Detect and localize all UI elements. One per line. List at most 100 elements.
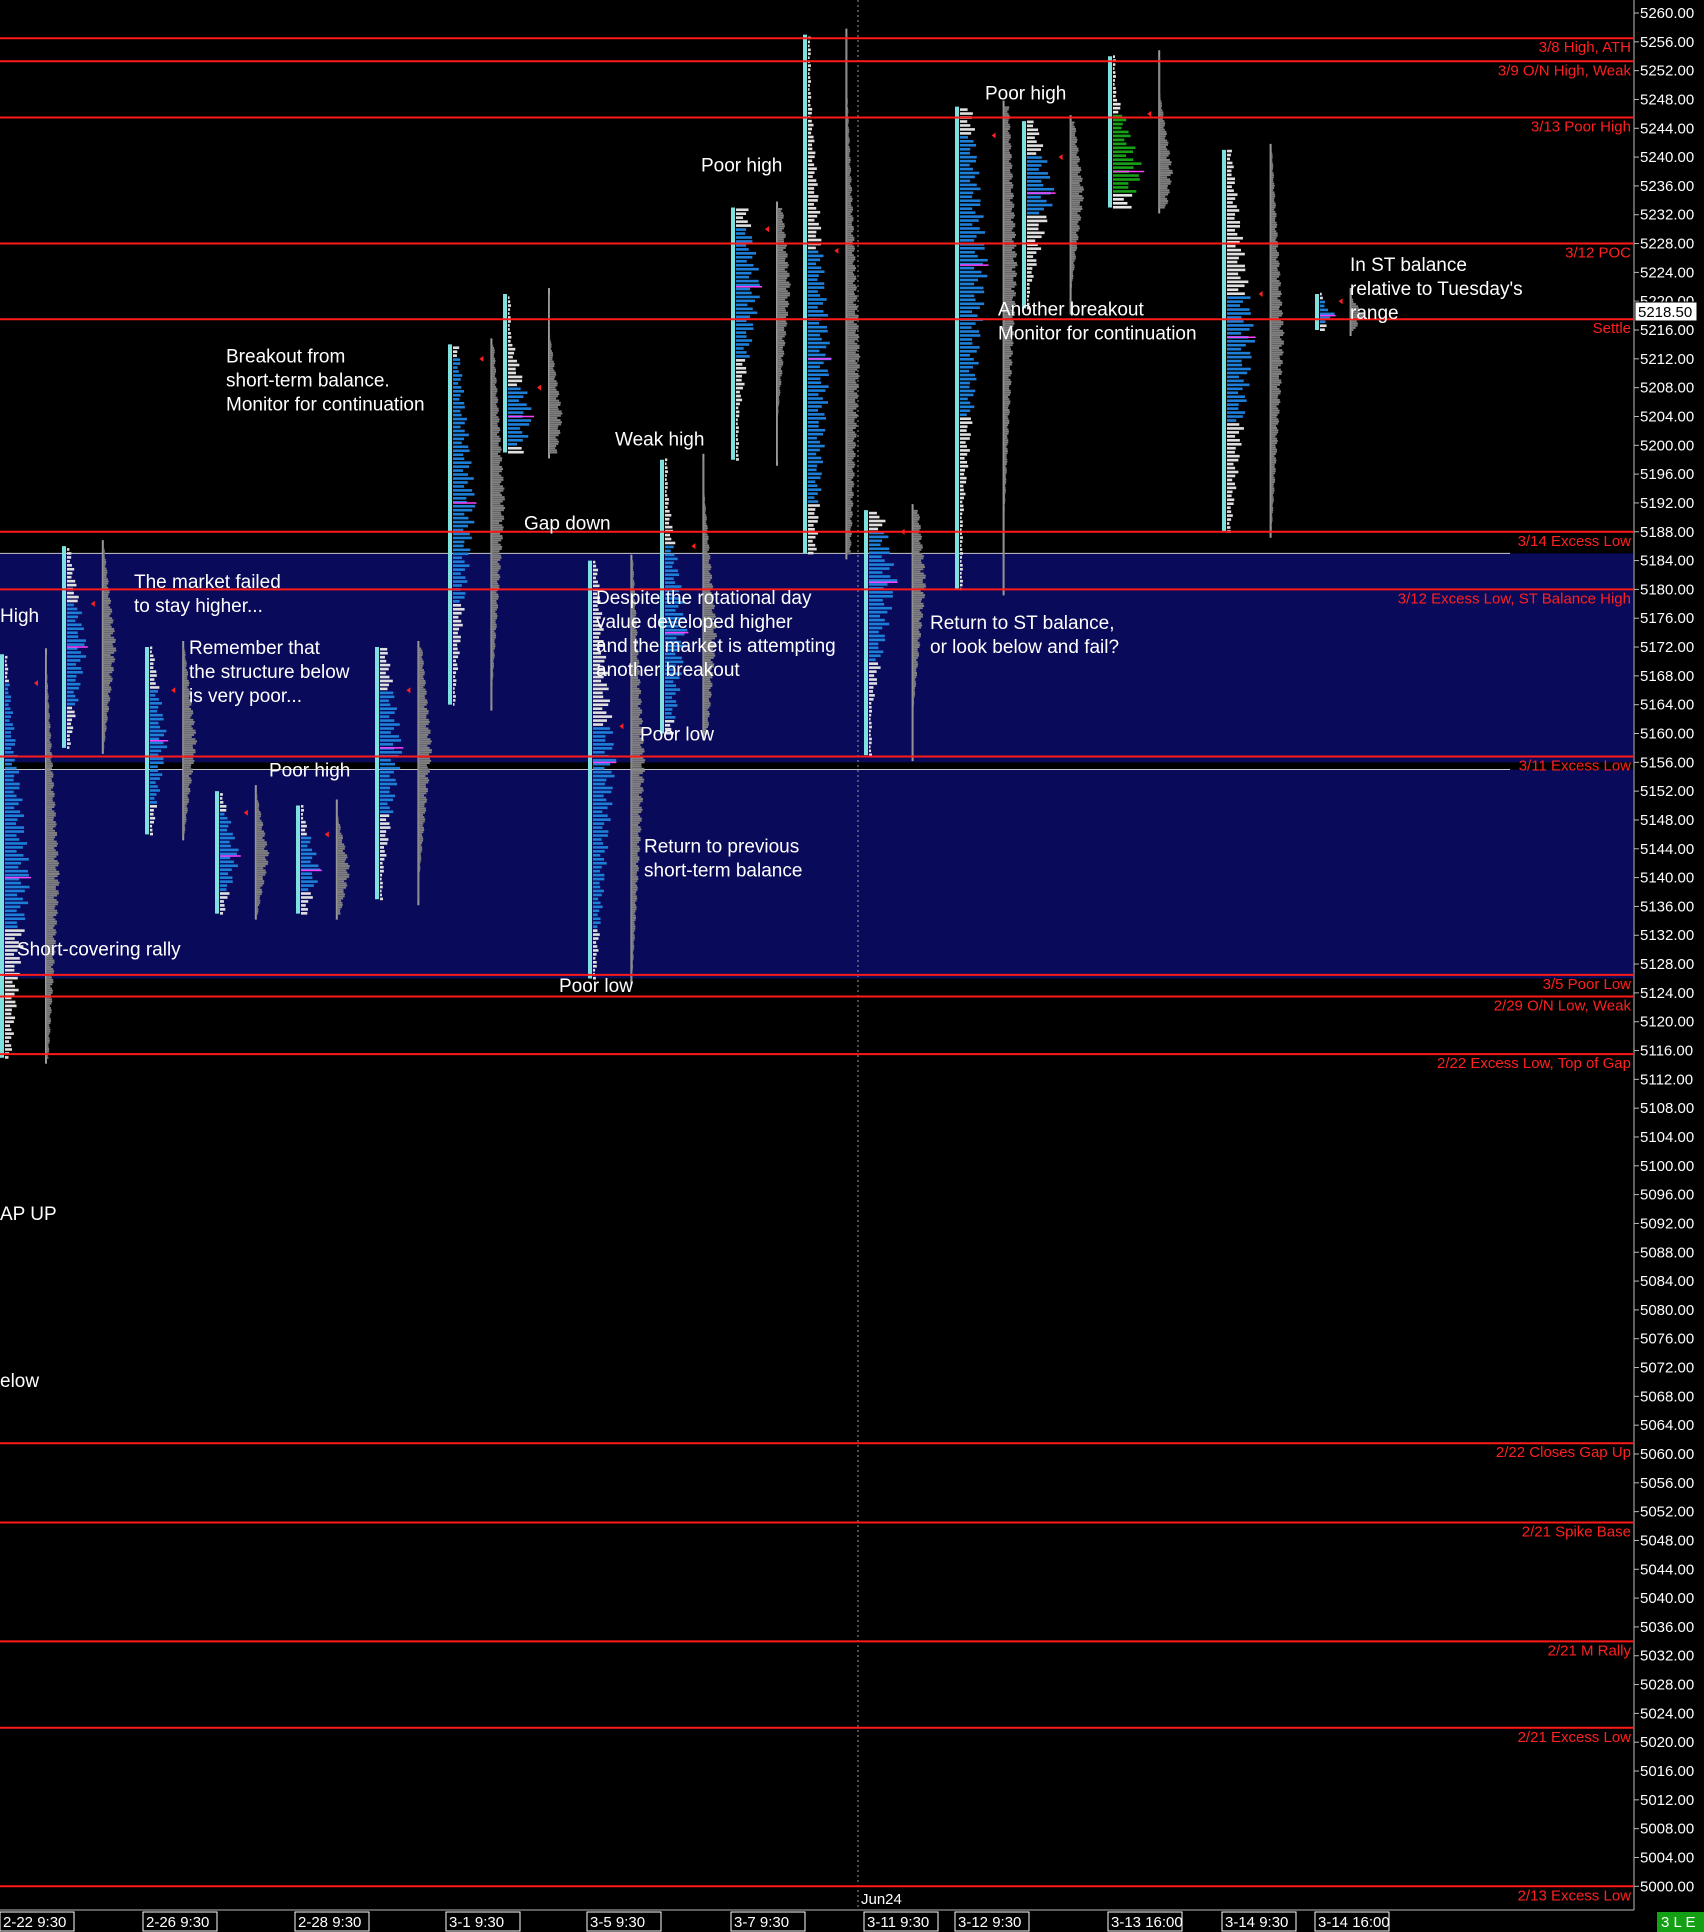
volume-bar — [912, 689, 915, 692]
volume-bar — [1270, 338, 1282, 341]
price-tick-label: 5232.00 — [1640, 207, 1694, 224]
volume-bar — [1003, 584, 1005, 587]
volume-bar — [183, 783, 190, 786]
volume-bar — [491, 446, 501, 449]
volume-bar — [912, 665, 918, 668]
volume-bar — [1159, 107, 1162, 110]
volume-bar — [846, 368, 858, 371]
volume-bar — [912, 542, 921, 545]
volume-bar — [777, 231, 785, 234]
volume-bar — [549, 442, 559, 445]
volume-bar — [631, 951, 633, 954]
tpo-bar — [1227, 272, 1239, 276]
tpo-bar — [1227, 407, 1239, 410]
volume-bar — [846, 405, 859, 408]
volume-bar — [912, 667, 917, 670]
tpo-bar — [380, 695, 395, 699]
tpo-bar — [736, 232, 746, 235]
tpo-bar — [960, 219, 979, 222]
tpo-bar — [5, 671, 8, 675]
tpo-bar — [1227, 415, 1243, 418]
tpo-bar — [960, 163, 970, 167]
volume-bar — [46, 987, 53, 990]
tpo-bar — [960, 350, 977, 353]
volume-bar — [912, 592, 924, 595]
volume-bar — [549, 295, 550, 298]
tpo-bar — [508, 435, 529, 438]
volume-bar — [1270, 459, 1277, 462]
contract-label: Jun24 — [861, 1891, 902, 1908]
volume-bar — [846, 524, 853, 527]
volume-bar — [1003, 147, 1011, 150]
volume-bar — [912, 544, 923, 547]
tpo-bar — [453, 568, 465, 571]
volume-bar — [1070, 268, 1075, 271]
volume-bar — [1003, 467, 1007, 470]
volume-bar — [631, 579, 635, 582]
tpo-bar — [220, 805, 227, 808]
volume-bar — [46, 667, 47, 670]
volume-bar — [255, 880, 265, 883]
tpo-bar — [665, 506, 668, 509]
tpo-bar — [1227, 324, 1254, 327]
volume-bar — [631, 720, 643, 723]
tpo-bar — [960, 457, 965, 460]
tpo-bar — [453, 362, 461, 365]
tpo-bar — [453, 354, 457, 357]
tpo-bar — [380, 854, 387, 857]
volume-bar — [183, 833, 185, 836]
tpo-bar — [960, 334, 981, 337]
tpo-bar — [736, 363, 743, 366]
tpo-bar — [150, 785, 158, 788]
volume-bar — [1003, 571, 1005, 574]
tpo-bar — [5, 695, 12, 699]
volume-bar — [912, 613, 924, 616]
tpo-bar — [1027, 235, 1042, 239]
volume-bar — [777, 402, 780, 405]
volume-bar — [703, 483, 705, 486]
volume-bar — [1003, 376, 1009, 379]
volume-bar — [777, 244, 787, 247]
tpo-bar — [301, 884, 314, 887]
volume-bar — [418, 718, 429, 721]
volume-bar — [703, 561, 709, 564]
volume-bar — [102, 571, 108, 574]
volume-bar — [491, 498, 505, 501]
tpo-bar — [593, 861, 607, 865]
volume-bar — [336, 882, 347, 885]
tpo-bar — [150, 797, 155, 800]
volume-bar — [1159, 167, 1170, 170]
volume-bar — [846, 163, 850, 166]
volume-bar — [846, 338, 858, 341]
tpo-bar — [665, 688, 681, 691]
volume-bar — [1270, 468, 1276, 471]
volume-bar — [846, 543, 852, 546]
volume-bar — [183, 824, 185, 827]
volume-bar — [1270, 470, 1276, 473]
tpo-bar — [150, 690, 158, 693]
volume-bar — [846, 414, 858, 417]
volume-bar — [46, 905, 56, 908]
tpo-bar — [1227, 221, 1241, 224]
tpo-bar — [960, 433, 971, 436]
volume-bar — [912, 622, 922, 625]
volume-bar — [912, 509, 918, 512]
tpo-bar — [5, 881, 21, 885]
volume-bar — [1159, 72, 1161, 75]
volume-bar — [102, 578, 108, 581]
volume-bar — [1270, 303, 1282, 306]
tpo-bar — [808, 222, 819, 226]
volume-bar — [549, 378, 555, 381]
volume-bar — [1270, 433, 1277, 436]
volume-bar — [183, 751, 196, 754]
volume-bar — [1003, 134, 1011, 137]
volume-bar — [1159, 128, 1165, 131]
tpo-bar — [593, 953, 597, 956]
volume-bar — [703, 462, 705, 465]
volume-bar — [1159, 130, 1167, 133]
tpo-bar — [869, 682, 878, 685]
tpo-bar — [869, 737, 872, 741]
volume-bar — [418, 708, 428, 711]
tpo-bar — [808, 183, 818, 186]
volume-bar — [336, 839, 343, 842]
